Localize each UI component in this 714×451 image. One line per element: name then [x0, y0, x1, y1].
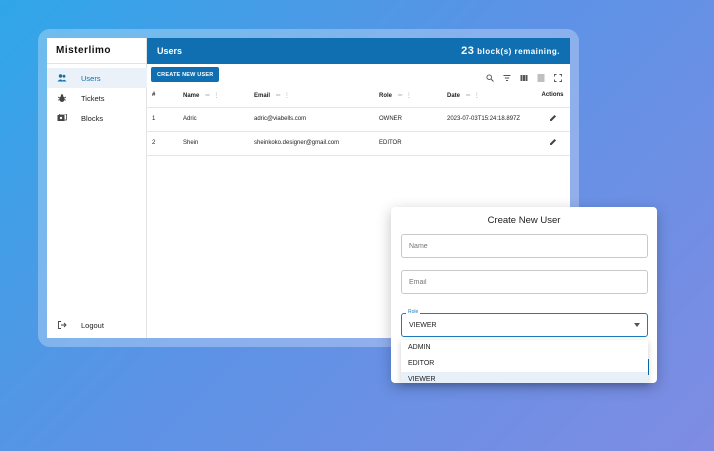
- create-user-modal: Create New User VIEWER Role ADMIN EDITOR…: [391, 207, 657, 383]
- column-header-label: Name: [183, 92, 200, 99]
- logout-icon: [57, 320, 67, 330]
- filter-icon[interactable]: [503, 69, 511, 81]
- columns-icon[interactable]: [520, 69, 528, 81]
- cell-date: 2023-07-03T15:24:18.897Z: [447, 107, 535, 132]
- role-option-admin[interactable]: ADMIN: [401, 340, 648, 356]
- brand-logo: Misterlimo: [47, 38, 146, 64]
- blocks-icon: [57, 113, 67, 123]
- page-title: Users: [157, 46, 183, 56]
- column-header-actions: Actions: [535, 84, 570, 108]
- cell-id: 2: [147, 131, 183, 156]
- sidebar-item-tickets[interactable]: Tickets: [47, 88, 147, 108]
- role-option-viewer[interactable]: VIEWER: [401, 372, 648, 383]
- table-header-row: # Name ═ ⋮ Email ═ ⋮ Role ═ ⋮ Date ═ ⋮ Actio…: [147, 84, 570, 108]
- table-row[interactable]: 2 Shein sheinkoko.designer@gmail.com EDI…: [147, 131, 570, 156]
- pencil-icon: [549, 139, 557, 148]
- role-dropdown: ADMIN EDITOR VIEWER: [401, 340, 648, 383]
- search-icon[interactable]: [486, 69, 494, 82]
- role-option-editor[interactable]: EDITOR: [401, 356, 648, 372]
- role-select[interactable]: VIEWER: [401, 313, 648, 337]
- email-field[interactable]: [401, 270, 648, 294]
- table-row[interactable]: 1 Adric adric@viabells.com OWNER 2023-07…: [147, 107, 570, 132]
- sidebar-item-label: Users: [81, 73, 101, 83]
- caret-up-icon: [634, 323, 640, 327]
- users-table: # Name ═ ⋮ Email ═ ⋮ Role ═ ⋮ Date ═ ⋮ Actio…: [147, 84, 570, 156]
- blocks-remaining-label: block(s) remaining.: [474, 47, 560, 56]
- header-bar: Users 23 block(s) remaining.: [147, 38, 570, 64]
- cell-name: Shein: [183, 131, 254, 156]
- cell-date: [447, 131, 535, 156]
- table-toolbar: CREATE NEW USER: [147, 64, 570, 84]
- column-header-label: Email: [254, 92, 271, 99]
- column-header-label: #: [152, 92, 156, 99]
- column-header-id[interactable]: #: [147, 84, 183, 108]
- column-header-label: Actions: [541, 92, 564, 99]
- sidebar-item-label: Blocks: [81, 113, 104, 123]
- column-header-email[interactable]: Email ═ ⋮: [254, 84, 379, 108]
- column-menu-icon[interactable]: ═ ⋮: [276, 93, 291, 99]
- column-header-date[interactable]: Date ═ ⋮: [447, 84, 535, 108]
- cell-email: sheinkoko.designer@gmail.com: [254, 131, 379, 156]
- column-menu-icon[interactable]: ═ ⋮: [398, 93, 413, 99]
- edit-button[interactable]: [535, 131, 570, 156]
- sidebar-item-users[interactable]: Users: [47, 68, 147, 88]
- role-select-value: VIEWER: [409, 321, 437, 329]
- ticket-icon: [57, 93, 67, 103]
- pencil-icon: [549, 115, 557, 124]
- cell-role: OWNER: [379, 107, 447, 132]
- density-icon[interactable]: [537, 69, 545, 82]
- logout-button[interactable]: Logout: [47, 315, 147, 335]
- blocks-remaining-count: 23: [461, 45, 475, 57]
- sidebar-item-label: Tickets: [81, 93, 105, 103]
- cell-email: adric@viabells.com: [254, 107, 379, 132]
- fullscreen-icon[interactable]: [554, 69, 562, 82]
- sidebar: Misterlimo Users Tickets Blocks Logout: [47, 38, 147, 338]
- create-new-user-button[interactable]: CREATE NEW USER: [151, 67, 220, 82]
- cell-role: EDITOR: [379, 131, 447, 156]
- blocks-remaining: 23 block(s) remaining.: [461, 45, 560, 57]
- modal-title: Create New User: [487, 215, 561, 226]
- column-header-label: Role: [379, 92, 393, 99]
- role-label: Role: [406, 309, 421, 315]
- cell-id: 1: [147, 107, 183, 132]
- column-menu-icon[interactable]: ═ ⋮: [466, 93, 481, 99]
- sidebar-item-blocks[interactable]: Blocks: [47, 108, 147, 128]
- column-header-label: Date: [447, 92, 461, 99]
- column-header-role[interactable]: Role ═ ⋮: [379, 84, 447, 108]
- cell-name: Adric: [183, 107, 254, 132]
- users-icon: [57, 73, 67, 83]
- logout-label: Logout: [81, 320, 104, 330]
- name-field[interactable]: [401, 234, 648, 258]
- column-header-name[interactable]: Name ═ ⋮: [183, 84, 254, 108]
- column-menu-icon[interactable]: ═ ⋮: [205, 93, 220, 99]
- edit-button[interactable]: [535, 107, 570, 132]
